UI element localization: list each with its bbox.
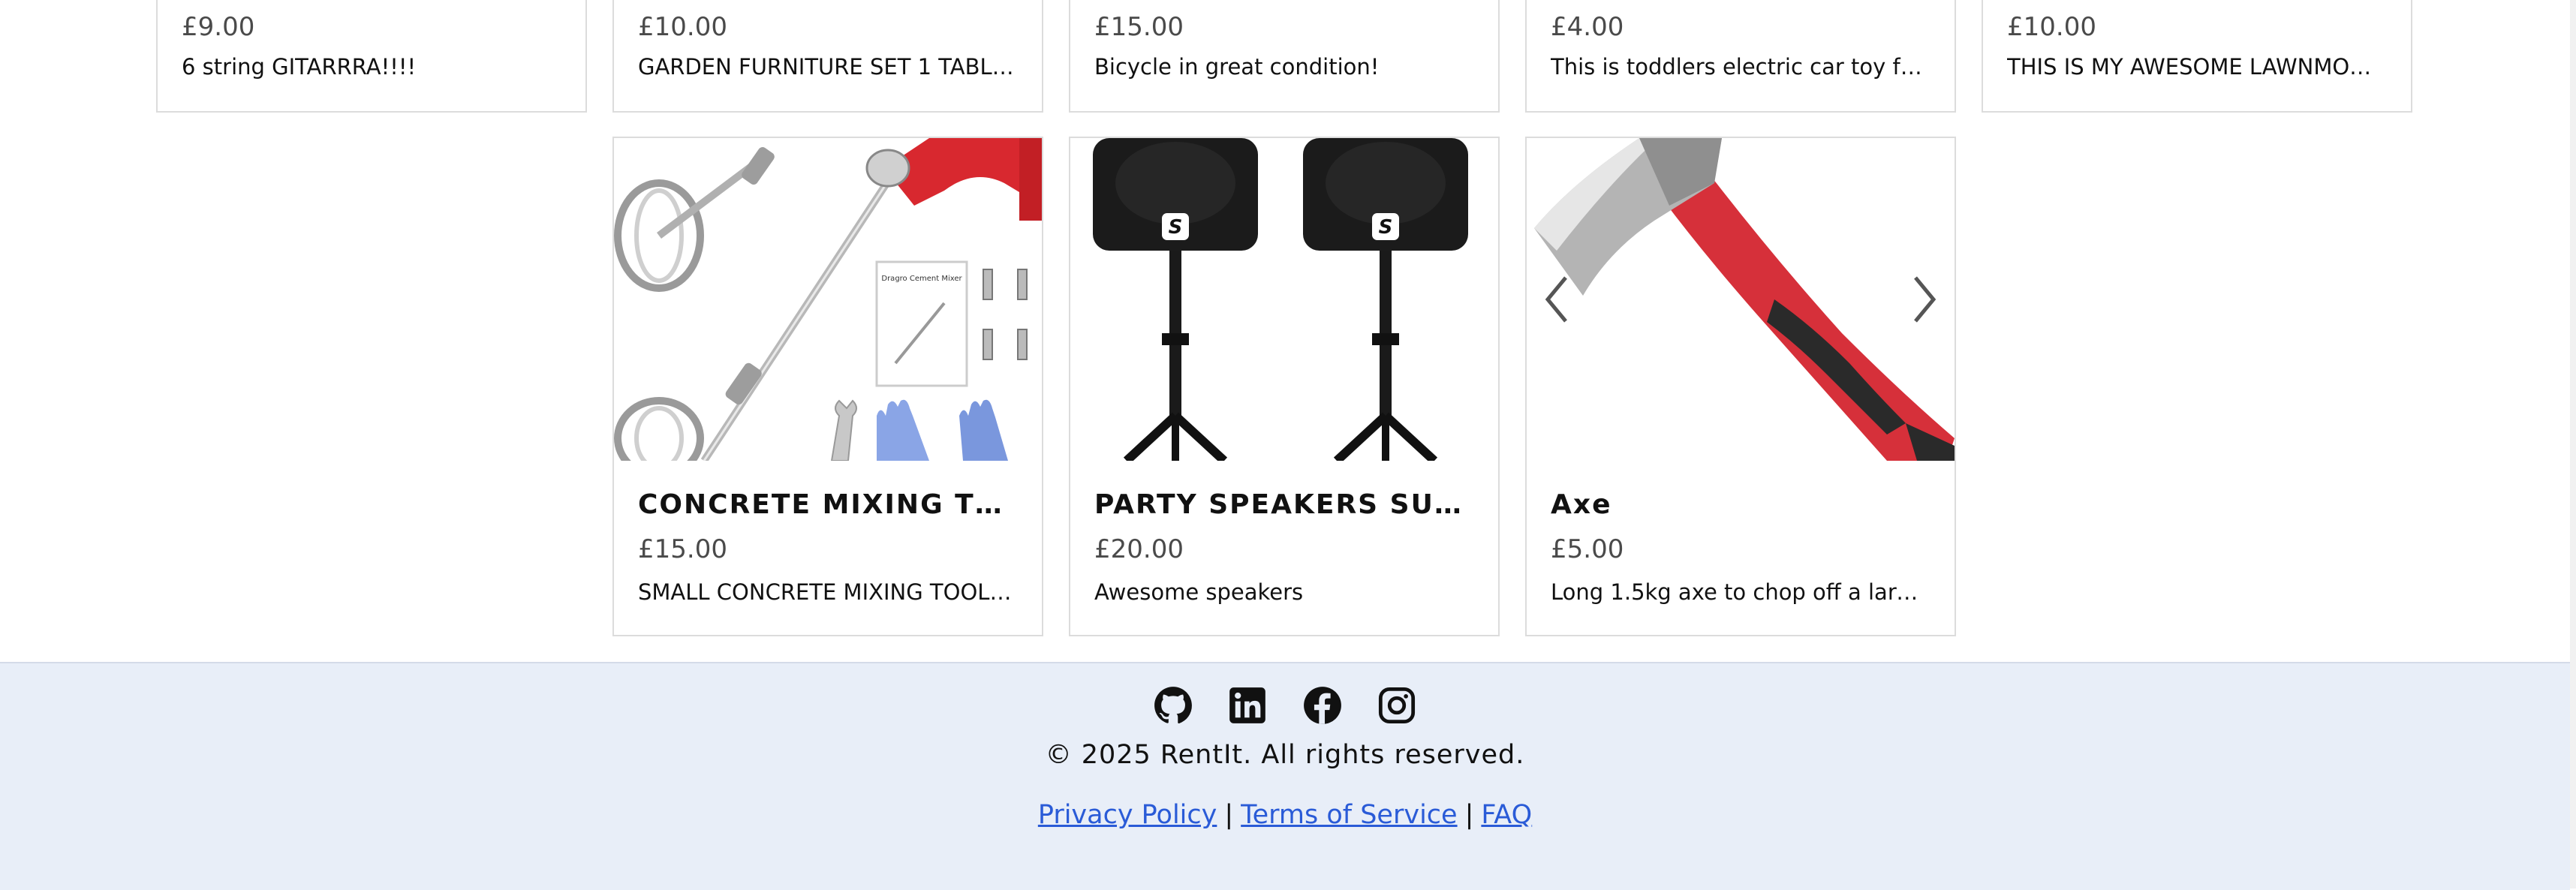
- concrete-mixer-image[interactable]: Dragro Cement Mixer: [614, 138, 1042, 461]
- page: £9.00 6 string GITARRRA!!!! £10.00 GARDE…: [0, 0, 2570, 890]
- listing-price: £4.00: [1551, 12, 1624, 42]
- privacy-policy-link[interactable]: Privacy Policy: [1038, 800, 1217, 830]
- listing-description: Long 1.5kg axe to chop off a large tree: [1551, 579, 1930, 605]
- faq-link[interactable]: FAQ: [1481, 800, 1532, 830]
- carousel-prev-button[interactable]: [1542, 273, 1572, 326]
- listing-description: Bicycle in great condition!: [1094, 54, 1380, 80]
- listing-card[interactable]: £4.00 This is toddlers electric car toy …: [1525, 0, 1956, 113]
- listing-card[interactable]: £9.00 6 string GITARRRA!!!!: [156, 0, 587, 113]
- listing-card[interactable]: S S PARTY SPEAKERS SUPER LOUD £20.00 Awe…: [1069, 137, 1500, 636]
- chevron-right-icon: [1914, 276, 1937, 323]
- axe-illustration: [1534, 138, 1955, 461]
- party-speakers-image[interactable]: S S: [1070, 138, 1498, 461]
- listing-title: Axe: [1551, 489, 1612, 520]
- listing-price: £15.00: [1094, 12, 1184, 42]
- listing-description: This is toddlers electric car toy for p.…: [1551, 54, 1930, 80]
- listing-card[interactable]: Dragro Cement Mixer CONCRETE MIXING TOOL…: [612, 137, 1043, 636]
- listing-description: 6 string GITARRRA!!!!: [182, 54, 417, 80]
- speakers-illustration: S S: [1093, 138, 1468, 461]
- listing-price: £15.00: [638, 534, 727, 564]
- footer-links: Privacy Policy | Terms of Service | FAQ: [0, 800, 2570, 830]
- chevron-left-icon: [1545, 276, 1567, 323]
- listing-price: £20.00: [1094, 534, 1184, 564]
- concrete-mixer-illustration: Dragro Cement Mixer: [614, 138, 1042, 461]
- terms-of-service-link[interactable]: Terms of Service: [1241, 800, 1457, 830]
- listing-card[interactable]: £10.00 THIS IS MY AWESOME LAWNMOWER: [1982, 0, 2412, 113]
- listing-title: CONCRETE MIXING TOOL: [638, 489, 1012, 520]
- carousel-next-button[interactable]: [1909, 273, 1940, 326]
- listing-card[interactable]: £15.00 Bicycle in great condition!: [1069, 0, 1500, 113]
- listing-description: SMALL CONCRETE MIXING TOOL FOR SALE: [638, 579, 1018, 605]
- facebook-icon[interactable]: [1303, 686, 1342, 725]
- manual-title: Dragro Cement Mixer: [881, 275, 962, 283]
- axe-image[interactable]: [1527, 138, 1955, 461]
- listing-description: THIS IS MY AWESOME LAWNMOWER: [2007, 54, 2387, 80]
- listing-card[interactable]: Axe £5.00 Long 1.5kg axe to chop off a l…: [1525, 137, 1956, 636]
- github-icon[interactable]: [1154, 686, 1193, 725]
- listing-price: £10.00: [2007, 12, 2096, 42]
- copyright-text: © 2025 RentIt. All rights reserved.: [1045, 740, 1525, 770]
- listing-description: Awesome speakers: [1094, 579, 1304, 605]
- listing-card[interactable]: £10.00 GARDEN FURNITURE SET 1 TABLE 2 CH…: [612, 0, 1043, 113]
- listing-price: £10.00: [638, 12, 727, 42]
- page-scrollbar[interactable]: [2570, 0, 2576, 888]
- site-footer: © 2025 RentIt. All rights reserved. Priv…: [0, 662, 2570, 890]
- instagram-icon[interactable]: [1377, 686, 1416, 725]
- listing-price: £5.00: [1551, 534, 1624, 564]
- listing-description: GARDEN FURNITURE SET 1 TABLE 2 CHAIRS: [638, 54, 1018, 80]
- speaker-badge: S: [1169, 216, 1183, 239]
- listing-price: £9.00: [182, 12, 255, 42]
- speaker-badge: S: [1379, 216, 1393, 239]
- linkedin-icon[interactable]: [1228, 686, 1267, 725]
- link-separator: |: [1224, 800, 1234, 830]
- listing-title: PARTY SPEAKERS SUPER LOUD: [1094, 489, 1468, 520]
- link-separator: |: [1464, 800, 1474, 830]
- social-links: [0, 686, 2570, 728]
